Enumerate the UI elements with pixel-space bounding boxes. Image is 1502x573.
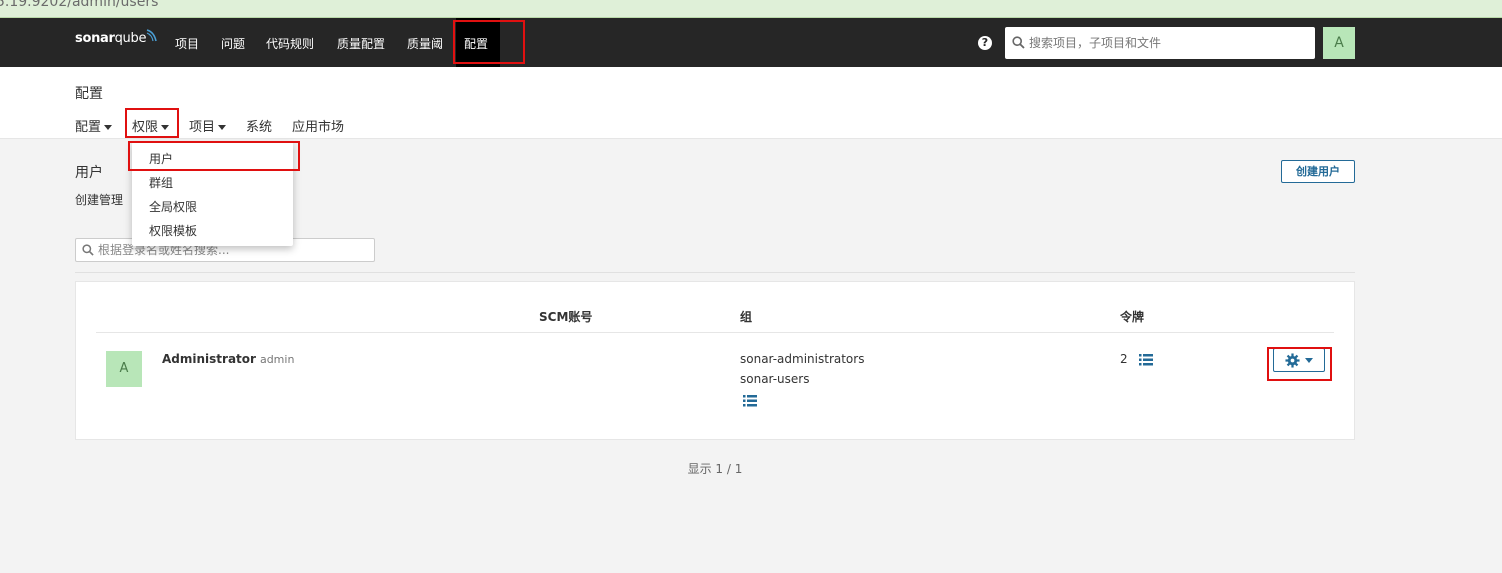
nav-issues[interactable]: 问题 [221, 35, 245, 52]
brand-rest: qube [114, 31, 147, 46]
user-avatar[interactable]: A [1323, 27, 1355, 59]
search-icon [1012, 36, 1025, 49]
subnav-system[interactable]: 系统 [246, 116, 272, 135]
url-text: 5.19.9202/admin/users [0, 0, 159, 10]
avatar: A [106, 351, 142, 387]
token-count: 2 [1120, 352, 1128, 366]
menu-item-global-permissions[interactable]: 全局权限 [149, 198, 197, 215]
users-description: 创建管理 [75, 193, 124, 207]
nav-quality-profiles[interactable]: 质量配置 [337, 35, 385, 52]
global-search-input[interactable] [1029, 27, 1309, 59]
top-navigation: sonarqube 项目 问题 代码规则 质量配置 质量阈 配置 ? A [0, 18, 1502, 67]
user-display-name: Administrator [162, 352, 256, 366]
search-icon [82, 244, 94, 256]
nav-quality-gates[interactable]: 质量阈 [407, 35, 443, 52]
menu-item-groups[interactable]: 群组 [149, 174, 173, 191]
brand-bold: sonar [75, 31, 115, 46]
subnav-configuration-label: 配置 [75, 120, 102, 135]
header-tokens: 令牌 [1120, 310, 1145, 324]
user-name: Administrator admin [162, 352, 294, 366]
logo-wave-icon [146, 29, 157, 42]
list-icon[interactable] [743, 395, 757, 407]
group-name: sonar-users [740, 372, 810, 386]
admin-subheader: 配置 配置 权限 项目 系统 应用市场 [0, 67, 1502, 139]
global-search[interactable] [1005, 27, 1315, 59]
caret-down-icon [104, 125, 113, 130]
list-icon[interactable] [1139, 354, 1153, 366]
page-title: 配置 [75, 86, 103, 102]
nav-projects[interactable]: 项目 [175, 35, 199, 52]
header-scm-accounts: SCM账号 [539, 310, 593, 324]
divider [75, 272, 1355, 273]
caret-down-icon [218, 125, 227, 130]
header-divider [96, 332, 1334, 333]
highlight-box [1267, 347, 1332, 381]
highlight-box [453, 20, 525, 64]
subnav-configuration[interactable]: 配置 [75, 116, 113, 135]
nav-rules[interactable]: 代码规则 [266, 35, 314, 52]
menu-item-permission-templates[interactable]: 权限模板 [149, 222, 197, 239]
group-name: sonar-administrators [740, 352, 865, 366]
pagination-info: 显示 1 / 1 [687, 462, 743, 476]
subnav-marketplace[interactable]: 应用市场 [292, 116, 344, 135]
sonarqube-logo[interactable]: sonarqube [75, 29, 157, 46]
subnav-projects[interactable]: 项目 [189, 116, 227, 135]
header-groups: 组 [740, 310, 753, 324]
users-table: SCM账号 组 令牌 A Administrator admin sonar-ad… [75, 281, 1355, 440]
help-icon[interactable]: ? [978, 36, 992, 50]
highlight-box [125, 108, 179, 138]
subnav-projects-label: 项目 [189, 120, 216, 135]
users-title: 用户 [75, 165, 103, 181]
create-user-button[interactable]: 创建用户 [1281, 160, 1355, 183]
browser-url-bar[interactable]: 5.19.9202/admin/users [0, 0, 1502, 18]
highlight-box [128, 141, 300, 171]
user-login: admin [259, 353, 295, 366]
